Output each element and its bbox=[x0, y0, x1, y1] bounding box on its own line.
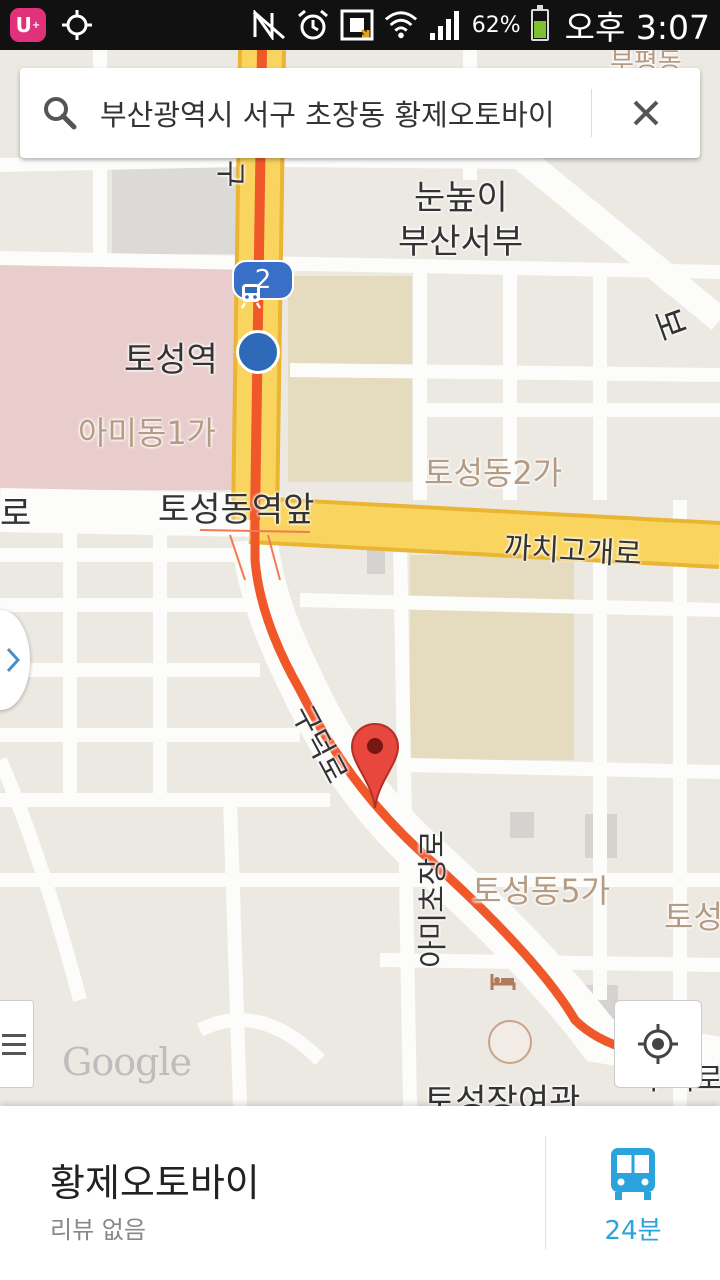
bus-icon bbox=[608, 1146, 658, 1206]
map-label-station[interactable]: 토성역 bbox=[124, 332, 218, 381]
gps-icon bbox=[60, 8, 94, 42]
map-label-toseong-right: 토성 bbox=[664, 898, 720, 936]
transit-time: 24분 bbox=[604, 1216, 662, 1246]
chevron-right-icon bbox=[6, 647, 20, 673]
menu-icon bbox=[2, 1034, 26, 1055]
battery-percent: 62% bbox=[471, 12, 521, 38]
status-bar: U + 62% 오후 3:07 bbox=[0, 0, 720, 50]
clear-search-button[interactable] bbox=[592, 68, 700, 158]
hotel-icon[interactable] bbox=[488, 974, 532, 1064]
download-icon bbox=[340, 8, 374, 42]
map-label-nunnopi: 눈높이 bbox=[414, 178, 508, 218]
wifi-icon bbox=[384, 8, 418, 42]
search-icon[interactable] bbox=[20, 95, 100, 131]
transit-directions-button[interactable]: 24분 bbox=[546, 1106, 720, 1280]
tan-block-area-2 bbox=[410, 555, 574, 760]
tan-block-area bbox=[288, 276, 412, 482]
place-info-card[interactable]: 황제오토바이 리뷰 없음 24분 bbox=[0, 1106, 720, 1280]
map-label-amidong1: 아미동1가 bbox=[78, 414, 217, 452]
layers-menu-button[interactable] bbox=[0, 1000, 34, 1088]
alarm-icon bbox=[296, 8, 330, 42]
map-label-gudeok-top: 구 bbox=[212, 160, 247, 188]
map-label-kkachigogae-road: 까치고개로 bbox=[502, 530, 643, 573]
search-bar[interactable]: 부산광역시 서구 초장동 황제오토바이 bbox=[20, 68, 700, 158]
battery-icon bbox=[530, 5, 549, 41]
clock: 오후 3:07 bbox=[564, 8, 710, 47]
map-label-amichojang-road: 아미초장로 bbox=[416, 830, 451, 968]
close-icon bbox=[633, 100, 659, 126]
place-review-status: 리뷰 없음 bbox=[50, 1216, 146, 1244]
map-label-ro-left: 로 bbox=[0, 494, 32, 534]
map-label-hotel[interactable]: 토성장여관 bbox=[424, 1074, 580, 1106]
map-canvas[interactable] bbox=[0, 50, 720, 1106]
map-label-toseongdong5: 토성동5가 bbox=[472, 872, 611, 910]
my-location-button[interactable] bbox=[614, 1000, 702, 1088]
u-plus-logo-icon: U + bbox=[10, 8, 46, 42]
signal-icon bbox=[428, 8, 462, 42]
nfc-icon bbox=[252, 8, 286, 42]
map-label-toseongdong2: 토성동2가 bbox=[424, 454, 563, 492]
battery-level bbox=[533, 20, 546, 38]
google-logo: Google bbox=[62, 1040, 192, 1084]
map-label-intersection: 토성동역앞 bbox=[158, 490, 315, 530]
map-label-busan-seobu: 부산서부 bbox=[398, 222, 524, 262]
place-name: 황제오토바이 bbox=[50, 1161, 260, 1205]
map-view[interactable]: 부평동 구 눈높이 부산서부 보 2 토성역 아미동1가 토성동2가 로 토성동… bbox=[0, 50, 720, 1106]
search-input[interactable]: 부산광역시 서구 초장동 황제오토바이 bbox=[100, 92, 591, 134]
crosshair-icon bbox=[638, 1024, 678, 1064]
subway-station-icon[interactable] bbox=[236, 284, 280, 374]
